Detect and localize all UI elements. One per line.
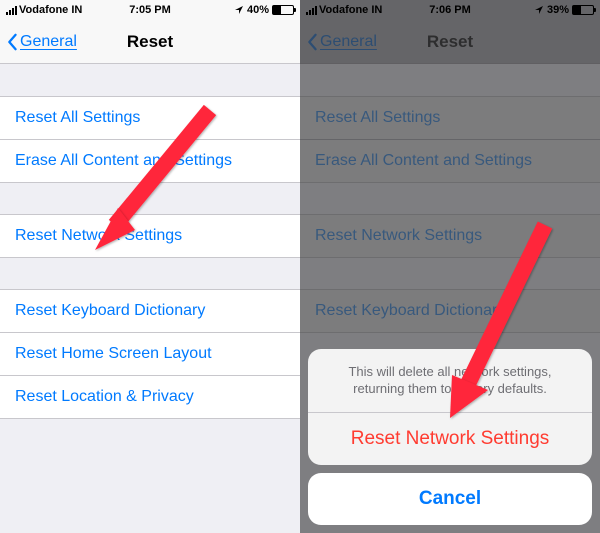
erase-all-content[interactable]: Erase All Content and Settings bbox=[0, 139, 300, 183]
reset-keyboard-dictionary[interactable]: Reset Keyboard Dictionary bbox=[0, 289, 300, 333]
carrier-label: Vodafone IN bbox=[19, 4, 82, 16]
sheet-message: This will delete all network settings, r… bbox=[308, 349, 592, 412]
sheet-confirm-button[interactable]: Reset Network Settings bbox=[308, 412, 592, 465]
back-label: General bbox=[20, 33, 77, 51]
group-1: Reset All Settings Erase All Content and… bbox=[0, 96, 300, 183]
reset-all-settings[interactable]: Reset All Settings bbox=[0, 96, 300, 140]
status-bar: Vodafone IN 7:05 PM 40% bbox=[0, 0, 300, 20]
battery-percent: 40% bbox=[247, 4, 269, 16]
battery-icon bbox=[272, 5, 294, 15]
sheet-cancel-button[interactable]: Cancel bbox=[308, 473, 592, 525]
right-screenshot: Vodafone IN 7:06 PM 39% General Reset Re… bbox=[300, 0, 600, 533]
reset-network-settings[interactable]: Reset Network Settings bbox=[0, 214, 300, 258]
back-button[interactable]: General bbox=[0, 33, 77, 51]
reset-location-privacy[interactable]: Reset Location & Privacy bbox=[0, 375, 300, 419]
left-screenshot: Vodafone IN 7:05 PM 40% General Reset Re… bbox=[0, 0, 300, 533]
nav-bar: General Reset bbox=[0, 20, 300, 64]
action-sheet: This will delete all network settings, r… bbox=[308, 349, 592, 525]
status-time: 7:05 PM bbox=[101, 4, 199, 16]
chevron-left-icon bbox=[6, 33, 18, 51]
location-icon bbox=[234, 5, 244, 15]
reset-home-screen-layout[interactable]: Reset Home Screen Layout bbox=[0, 332, 300, 376]
signal-bars-icon bbox=[6, 5, 17, 15]
group-3: Reset Keyboard Dictionary Reset Home Scr… bbox=[0, 289, 300, 419]
group-2: Reset Network Settings bbox=[0, 214, 300, 258]
